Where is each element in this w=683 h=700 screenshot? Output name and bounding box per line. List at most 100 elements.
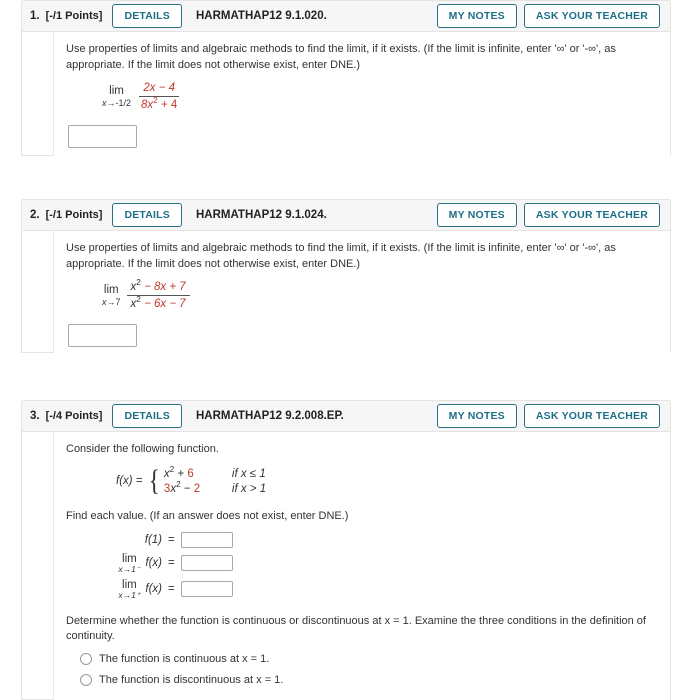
- header-actions-3: MY NOTES ASK YOUR TEACHER: [436, 404, 660, 428]
- question-card-1: 1. [-/1 Points] DETAILS HARMATHAP12 9.1.…: [21, 0, 671, 156]
- question-body-wrap-3: Consider the following function. f(x) = …: [21, 432, 671, 700]
- value-row-limit-left: lim x→1⁻ f(x) =: [84, 553, 656, 574]
- fraction-numerator-1: 2x − 4: [139, 81, 179, 98]
- limit-operator-2: lim x→7: [102, 284, 121, 308]
- my-notes-button-3[interactable]: MY NOTES: [436, 404, 517, 428]
- ask-your-teacher-button-2[interactable]: ASK YOUR TEACHER: [523, 203, 660, 227]
- value-label-limit-right: lim x→1⁺ f(x): [84, 579, 162, 600]
- limit-operator-1: lim x→-1/2: [102, 85, 131, 109]
- question-code-3: HARMATHAP12 9.2.008.EP.: [195, 410, 344, 422]
- question-prompt-3: Consider the following function.: [66, 443, 219, 455]
- piecewise-case-2: 3x2 − 2 if x > 1: [164, 480, 267, 495]
- question-code-2: HARMATHAP12 9.1.024.: [195, 209, 327, 221]
- case-1-const: 6: [187, 467, 194, 480]
- question-points-2: [-/1 Points]: [45, 209, 103, 221]
- equals-sign-limit-left: =: [168, 557, 175, 570]
- details-button-3[interactable]: DETAILS: [112, 404, 182, 428]
- lim-arrow-2: →: [106, 296, 116, 307]
- function-label: f(x) =: [116, 475, 143, 487]
- my-notes-button-2[interactable]: MY NOTES: [436, 203, 517, 227]
- fraction-1: 2x − 4 8x2 + 4: [137, 81, 181, 113]
- details-button-2[interactable]: DETAILS: [112, 203, 182, 227]
- option-label-continuous: The function is continuous at x = 1.: [99, 652, 270, 665]
- question-number-1: 1.: [30, 10, 40, 22]
- lim-subscript-right: x→1⁺: [118, 590, 141, 601]
- value-label-limit-left: lim x→1⁻ f(x): [84, 553, 162, 574]
- equals-sign-limit-right: =: [168, 583, 175, 596]
- lim-value-2: 7: [115, 296, 121, 307]
- question-points-1: [-/1 Points]: [45, 10, 103, 22]
- question-card-2: 2. [-/1 Points] DETAILS HARMATHAP12 9.1.…: [21, 199, 671, 353]
- case-1-expression: x2 + 6: [164, 465, 222, 480]
- piecewise-function: f(x) = { x2 + 6 if x ≤ 1 3x2 − 2 if x > …: [116, 464, 656, 497]
- equals-sign-f1: =: [168, 534, 175, 546]
- question-body-wrap-1: Use properties of limits and algebraic m…: [21, 32, 671, 156]
- lim-subscript-2: x→7: [102, 296, 121, 308]
- question-points-3: [-/4 Points]: [45, 410, 103, 422]
- lim-arrow-1: →: [106, 97, 116, 108]
- num-rest-2: − 8x + 7: [140, 281, 186, 293]
- option-continuous[interactable]: The function is continuous at x = 1.: [80, 652, 656, 665]
- header-actions-2: MY NOTES ASK YOUR TEACHER: [436, 203, 660, 227]
- ask-your-teacher-button-3[interactable]: ASK YOUR TEACHER: [523, 404, 660, 428]
- question-header-3: 3. [-/4 Points] DETAILS HARMATHAP12 9.2.…: [21, 400, 671, 432]
- case-1-condition: if x ≤ 1: [231, 467, 266, 480]
- question-header-1: 1. [-/1 Points] DETAILS HARMATHAP12 9.1.…: [21, 0, 671, 32]
- case-2-const: 2: [193, 482, 201, 495]
- left-brace-icon: {: [147, 464, 160, 497]
- lim-function-left: f(x): [145, 557, 162, 570]
- case-2-condition: if x > 1: [231, 482, 267, 495]
- question-body-3: Consider the following function. f(x) = …: [53, 432, 670, 700]
- den-base-1: 8x: [141, 99, 154, 112]
- value-rows: f(1) = lim x→1⁻ f(x) = lim x→1⁺ f(x) =: [84, 532, 656, 600]
- ask-your-teacher-button-1[interactable]: ASK YOUR TEACHER: [523, 4, 660, 28]
- lim-value-1: -1/2: [115, 97, 132, 108]
- question-body-wrap-2: Use properties of limits and algebraic m…: [21, 231, 671, 353]
- radio-button-icon-continuous[interactable]: [80, 652, 92, 665]
- radio-button-icon-discontinuous[interactable]: [80, 673, 92, 686]
- continuity-prompt: Determine whether the function is contin…: [66, 614, 646, 643]
- lim-label-1: lim: [109, 85, 124, 98]
- fraction-denominator-1: 8x2 + 4: [137, 97, 181, 112]
- find-each-value-prompt: Find each value. (If an answer does not …: [66, 509, 349, 522]
- den-rest-2: − 6x − 7: [140, 298, 186, 311]
- question-prompt-2: Use properties of limits and algebraic m…: [66, 242, 616, 270]
- lim-subscript-left: x→1⁻: [118, 564, 141, 575]
- answer-input-2[interactable]: [68, 323, 137, 347]
- piecewise-cases: x2 + 6 if x ≤ 1 3x2 − 2 if x > 1: [164, 465, 267, 495]
- value-row-f1: f(1) =: [84, 532, 656, 548]
- value-label-f1: f(1): [144, 534, 162, 546]
- lim-subscript-1: x→-1/2: [102, 97, 132, 109]
- limit-operator-left: lim x→1⁻: [118, 553, 140, 574]
- piecewise-case-1: x2 + 6 if x ≤ 1: [164, 465, 266, 480]
- question-body-2: Use properties of limits and algebraic m…: [53, 231, 670, 353]
- my-notes-button-1[interactable]: MY NOTES: [436, 4, 517, 28]
- details-button-1[interactable]: DETAILS: [112, 4, 182, 28]
- question-code-1: HARMATHAP12 9.1.020.: [195, 10, 327, 22]
- limit-operator-right: lim x→1⁺: [118, 579, 140, 600]
- value-row-limit-right: lim x→1⁺ f(x) =: [84, 579, 656, 600]
- question-number-3: 3.: [30, 410, 40, 422]
- fraction-denominator-2: x2 − 6x − 7: [127, 296, 190, 311]
- question-card-3: 3. [-/4 Points] DETAILS HARMATHAP12 9.2.…: [21, 400, 671, 700]
- answer-input-1[interactable]: [68, 124, 137, 148]
- question-header-2: 2. [-/1 Points] DETAILS HARMATHAP12 9.1.…: [21, 199, 671, 231]
- lim-function-right: f(x): [145, 583, 162, 596]
- value-input-f1[interactable]: [180, 532, 233, 548]
- question-body-1: Use properties of limits and algebraic m…: [53, 32, 670, 156]
- lim-label-2: lim: [103, 284, 119, 297]
- limit-expression-2: lim x→7 x2 − 8x + 7 x2 − 6x − 7: [102, 279, 656, 312]
- option-label-discontinuous: The function is discontinuous at x = 1.: [99, 673, 284, 686]
- case-2-expression: 3x2 − 2: [164, 480, 222, 495]
- question-prompt-1: Use properties of limits and algebraic m…: [66, 43, 616, 71]
- limit-expression-1: lim x→-1/2 2x − 4 8x2 + 4: [102, 81, 656, 113]
- case-1-op: +: [174, 467, 188, 480]
- option-discontinuous[interactable]: The function is discontinuous at x = 1.: [80, 673, 656, 686]
- den-rest-1: + 4: [157, 99, 178, 112]
- fraction-numerator-2: x2 − 8x + 7: [126, 279, 190, 297]
- assignment-page: 1. [-/1 Points] DETAILS HARMATHAP12 9.1.…: [0, 0, 683, 700]
- case-2-op: −: [180, 482, 194, 495]
- header-actions-1: MY NOTES ASK YOUR TEACHER: [436, 4, 660, 28]
- value-input-limit-left[interactable]: [180, 555, 233, 572]
- value-input-limit-right[interactable]: [180, 581, 233, 598]
